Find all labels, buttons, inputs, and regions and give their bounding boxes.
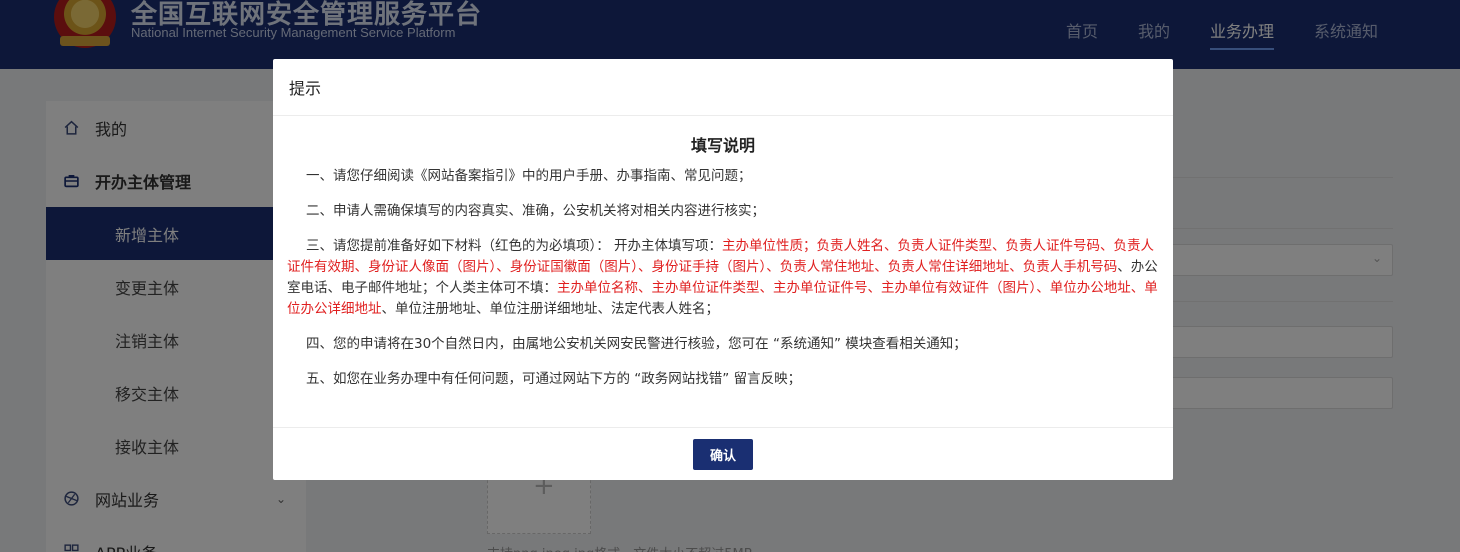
dialog-footer: 确认 (273, 427, 1173, 480)
dialog-header: 提示 (273, 59, 1173, 116)
instruction-3-part-a: 三、请您提前准备好如下材料（红色的为必填项）： 开办主体填写项： (306, 238, 723, 254)
instruction-2: 二、申请人需确保填写的内容真实、准确，公安机关将对相关内容进行核实； (306, 203, 765, 219)
confirm-button[interactable]: 确认 (693, 439, 753, 470)
instruction-4: 四、您的申请将在30个自然日内，由属地公安机关网安民警进行核验，您可在 “系统通… (306, 336, 967, 352)
notice-dialog: 提示 填写说明 一、请您仔细阅读《网站备案指引》中的用户手册、办事指南、常见问题… (273, 59, 1173, 480)
instruction-1: 一、请您仔细阅读《网站备案指引》中的用户手册、办事指南、常见问题； (306, 168, 752, 184)
dialog-heading: 填写说明 (690, 136, 755, 155)
instruction-3-part-c: 、单位注册地址、单位注册详细地址、法定代表人姓名； (381, 301, 720, 317)
dialog-body: 填写说明 一、请您仔细阅读《网站备案指引》中的用户手册、办事指南、常见问题； 二… (273, 116, 1173, 390)
instruction-5: 五、如您在业务办理中有任何问题，可通过网站下方的 “政务网站找错” 留言反映； (306, 371, 802, 387)
instruction-3: 三、请您提前准备好如下材料（红色的为必填项）： 开办主体填写项：主办单位性质；负… (287, 236, 1159, 320)
